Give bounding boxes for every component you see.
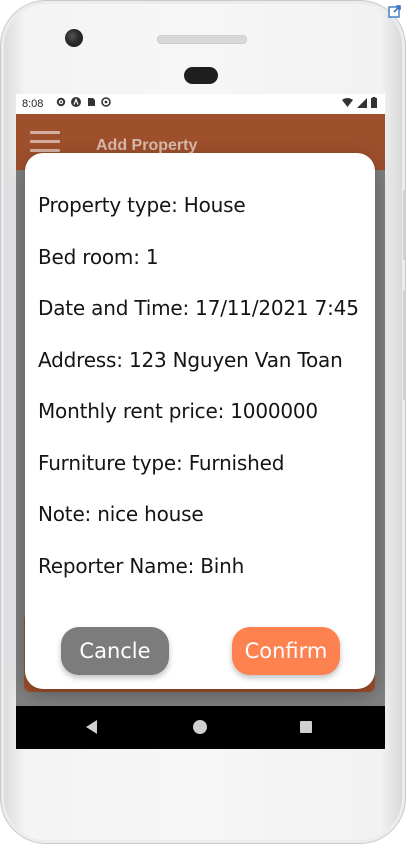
hamburger-icon[interactable] bbox=[30, 131, 60, 152]
sync-icon bbox=[101, 97, 111, 107]
sd-card-icon bbox=[86, 97, 96, 107]
furniture-type-text: Furniture type: Furnished bbox=[38, 451, 285, 475]
status-bar: 8:08 bbox=[16, 94, 385, 114]
proximity-sensor bbox=[184, 67, 218, 84]
reporter-name-text: Reporter Name: Binh bbox=[38, 554, 245, 578]
address-text: Address: 123 Nguyen Van Toan bbox=[38, 348, 343, 372]
battery-icon bbox=[371, 97, 377, 108]
external-window-icon[interactable] bbox=[388, 4, 402, 18]
a-icon bbox=[71, 97, 81, 107]
bedroom-text: Bed room: 1 bbox=[38, 245, 159, 269]
status-time: 8:08 bbox=[22, 98, 44, 110]
status-right bbox=[342, 97, 377, 108]
home-icon[interactable] bbox=[193, 720, 207, 734]
signal-icon bbox=[357, 97, 367, 108]
date-time-text: Date and Time: 17/11/2021 7:45 bbox=[38, 296, 359, 320]
rent-price-text: Monthly rent price: 1000000 bbox=[38, 399, 318, 423]
note-text: Note: nice house bbox=[38, 502, 204, 526]
wifi-icon bbox=[342, 97, 353, 107]
cancel-button[interactable]: Cancle bbox=[61, 627, 169, 675]
property-type-text: Property type: House bbox=[38, 193, 246, 217]
confirm-dialog: Property type: House Bed room: 1 Date an… bbox=[25, 153, 375, 689]
front-camera bbox=[65, 29, 83, 47]
navigation-bar bbox=[16, 706, 385, 749]
back-icon[interactable] bbox=[86, 720, 97, 734]
confirm-button[interactable]: Confirm bbox=[232, 627, 340, 675]
settings-icon bbox=[56, 97, 66, 107]
recents-icon[interactable] bbox=[300, 721, 312, 733]
status-icons bbox=[56, 97, 111, 107]
earpiece-speaker bbox=[157, 35, 247, 44]
